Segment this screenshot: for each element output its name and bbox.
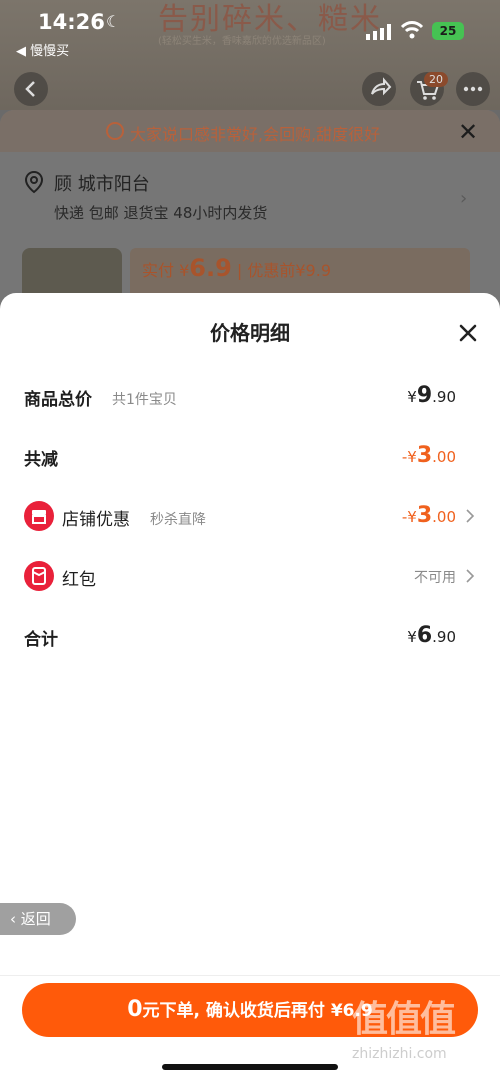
price-detail-sheet: 价格明细 商品总价 共1件宝贝 ¥9.90 共减 -¥3.00 店铺优惠 秒杀直…	[0, 293, 500, 1081]
cart-count-badge: 20	[424, 72, 448, 87]
home-indicator	[162, 1064, 338, 1070]
item-count: 共1件宝贝	[112, 392, 177, 408]
review-notice: 大家说口感非常好,会回购,甜度很好	[0, 110, 500, 152]
shop-discount-value: -¥3.00	[401, 503, 456, 528]
total-price-value: ¥9.90	[407, 383, 456, 408]
close-icon[interactable]	[456, 321, 480, 345]
total-discount-value: -¥3.00	[401, 443, 456, 468]
battery-icon: 25	[432, 22, 464, 40]
moon-icon: ☾	[106, 12, 121, 31]
share-icon	[371, 77, 392, 96]
shipping-info: 快递 包邮 退货宝 48小时内发货	[54, 204, 268, 222]
row-shop-discount[interactable]: 店铺优惠 秒杀直降 -¥3.00	[24, 501, 476, 531]
back-to-app[interactable]: ◀ 慢慢买	[16, 40, 69, 59]
more-dots-icon	[463, 86, 483, 92]
red-packet-icon	[24, 561, 54, 591]
back-button[interactable]: ‹ 返回	[0, 903, 76, 935]
status-time: 14:26	[38, 10, 105, 34]
total-price-label: 商品总价	[24, 390, 92, 410]
row-red-packet[interactable]: 红包 不可用	[24, 561, 476, 591]
back-nav-button[interactable]	[14, 72, 48, 106]
chevron-right-icon	[466, 569, 475, 583]
location-pin-icon	[24, 170, 44, 194]
total-discount-label: 共减	[24, 450, 58, 470]
row-sum: 合计 ¥6.90	[24, 621, 476, 651]
status-bar: 14:26 ☾ ◀ 慢慢买 25	[0, 0, 500, 60]
order-close-button[interactable]: ✕	[458, 118, 478, 146]
bg-price: 实付 ¥6.9 | 优惠前¥9.9	[142, 254, 331, 282]
share-button[interactable]	[362, 72, 396, 106]
sum-label: 合计	[24, 630, 58, 650]
signal-icon	[366, 24, 391, 40]
watermark-logo: 值值值	[352, 999, 456, 1040]
address-text[interactable]: 顾 城市阳台	[54, 170, 150, 196]
chevron-right-icon: ›	[460, 188, 468, 209]
shop-discount-type: 秒杀直降	[150, 512, 206, 528]
shop-discount-label: 店铺优惠	[62, 510, 130, 530]
watermark-url: zhizhizhi.com	[352, 1046, 447, 1062]
sheet-title: 价格明细	[210, 321, 290, 345]
row-total-discount: 共减 -¥3.00	[24, 441, 476, 471]
chevron-left-icon	[25, 81, 35, 97]
red-packet-label: 红包	[62, 570, 96, 590]
row-total-price: 商品总价 共1件宝贝 ¥9.90	[24, 381, 476, 411]
chevron-right-icon	[466, 509, 475, 523]
red-packet-status: 不可用	[414, 570, 456, 586]
chat-icon	[106, 122, 124, 140]
more-button[interactable]	[456, 72, 490, 106]
sum-value: ¥6.90	[407, 623, 456, 648]
divider	[0, 975, 500, 976]
chevron-left-icon: ‹	[10, 910, 16, 928]
shop-icon	[24, 501, 54, 531]
review-notice-text: 大家说口感非常好,会回购,甜度很好	[130, 125, 381, 144]
back-label: 返回	[20, 910, 51, 928]
wifi-icon	[400, 21, 424, 39]
